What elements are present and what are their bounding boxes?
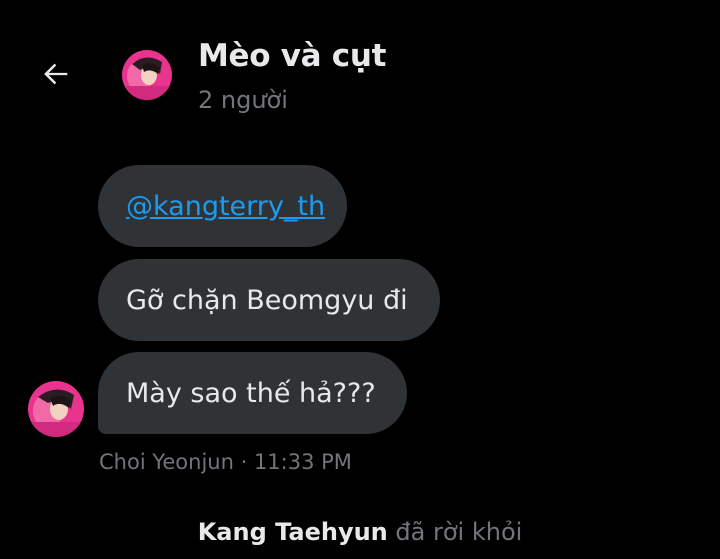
member-count: 2 người — [198, 86, 288, 114]
message-meta: Choi Yeonjun · 11:33 PM — [99, 450, 352, 474]
sender-avatar[interactable] — [28, 381, 84, 437]
message-time: 11:33 PM — [253, 450, 352, 474]
message-bubble[interactable]: Mày sao thế hả??? — [98, 352, 407, 434]
meta-separator: · — [233, 450, 254, 474]
message-bubble[interactable]: @kangterry_th — [98, 165, 347, 247]
arrow-left-icon — [44, 63, 68, 85]
mention-link[interactable]: @kangterry_th — [126, 191, 325, 222]
message-text: Mày sao thế hả??? — [126, 377, 376, 409]
sender-name[interactable]: Choi Yeonjun — [99, 450, 234, 474]
group-avatar[interactable] — [122, 50, 172, 100]
message-text: Gỡ chặn Beomgyu đi — [126, 284, 408, 316]
system-event: Kang Taehyun đã rời khỏi — [0, 518, 720, 546]
group-title[interactable]: Mèo và cụt — [198, 38, 386, 74]
back-button[interactable] — [36, 54, 76, 94]
message-bubble[interactable]: Gỡ chặn Beomgyu đi — [98, 259, 440, 341]
system-event-name[interactable]: Kang Taehyun — [198, 518, 388, 546]
system-event-action: đã rời khỏi — [387, 518, 523, 546]
